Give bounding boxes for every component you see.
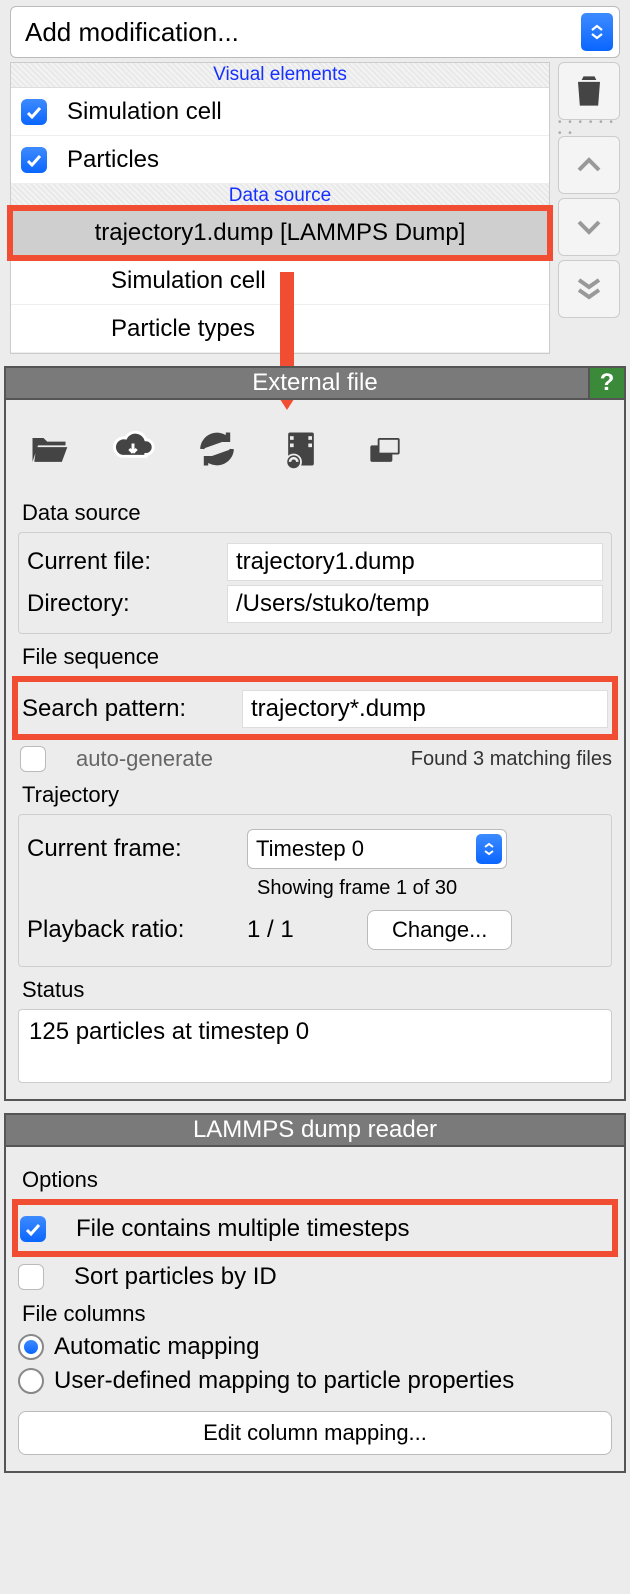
open-remote-button[interactable] — [108, 424, 158, 474]
sort-by-id-checkbox[interactable] — [18, 1264, 44, 1290]
cloud-download-icon — [111, 427, 155, 471]
showing-frame-text: Showing frame 1 of 30 — [257, 877, 603, 900]
current-file-label: Current file: — [27, 548, 227, 576]
chevron-down-icon — [576, 218, 602, 236]
reload-button[interactable] — [192, 424, 242, 474]
lammps-reader-panel: Options File contains multiple timesteps… — [4, 1147, 626, 1473]
trash-icon — [567, 69, 611, 113]
clone-button[interactable] — [360, 424, 410, 474]
film-reload-icon — [279, 427, 323, 471]
current-file-value: trajectory1.dump — [227, 543, 603, 581]
pipeline-list: Visual elements Simulation cell Particle… — [10, 62, 550, 354]
pipeline-subitem-particle-types[interactable]: Particle types — [11, 305, 549, 353]
separator: • • • • • • • • — [558, 124, 620, 132]
file-sequence-label: File sequence — [22, 644, 612, 670]
automatic-mapping-radio[interactable] — [18, 1334, 44, 1360]
select-arrows-icon — [476, 834, 502, 864]
change-ratio-button[interactable]: Change... — [367, 910, 512, 950]
trajectory-label: Trajectory — [22, 782, 612, 808]
current-frame-label: Current frame: — [27, 835, 247, 863]
directory-value: /Users/stuko/temp — [227, 585, 603, 623]
animation-settings-button[interactable] — [276, 424, 326, 474]
user-mapping-radio[interactable] — [18, 1368, 44, 1394]
found-files-text: Found 3 matching files — [411, 748, 612, 771]
pipeline-item-particles[interactable]: Particles — [11, 136, 549, 184]
search-pattern-input[interactable]: trajectory*.dump — [242, 690, 608, 728]
user-mapping-label: User-defined mapping to particle propert… — [54, 1367, 514, 1395]
auto-generate-checkbox[interactable] — [20, 746, 46, 772]
add-modification-dropdown[interactable]: Add modification... — [10, 6, 620, 58]
visual-elements-header: Visual elements — [11, 63, 549, 88]
double-chevron-down-icon — [576, 277, 602, 301]
move-down-button[interactable] — [558, 198, 620, 256]
external-file-header: External file ? — [4, 366, 626, 400]
external-file-panel: Data source Current file: trajectory1.du… — [4, 400, 626, 1101]
help-button[interactable]: ? — [588, 368, 624, 398]
checkbox-icon[interactable] — [21, 147, 47, 173]
move-bottom-button[interactable] — [558, 260, 620, 318]
pipeline-item-file-source[interactable]: trajectory1.dump [LAMMPS Dump] — [11, 209, 549, 257]
delete-button[interactable] — [558, 62, 620, 120]
chevron-up-icon — [576, 156, 602, 174]
add-modification-label: Add modification... — [11, 17, 581, 48]
auto-generate-label: auto-generate — [76, 746, 213, 772]
current-frame-select[interactable]: Timestep 0 — [247, 829, 507, 869]
data-source-label: Data source — [22, 500, 612, 526]
playback-ratio-label: Playback ratio: — [27, 916, 247, 944]
search-pattern-label: Search pattern: — [22, 695, 242, 723]
edit-column-mapping-button[interactable]: Edit column mapping... — [18, 1411, 612, 1455]
status-label: Status — [22, 977, 612, 1003]
multi-timesteps-checkbox[interactable] — [20, 1216, 46, 1242]
stack-icon — [363, 427, 407, 471]
multi-timesteps-label: File contains multiple timesteps — [76, 1215, 409, 1243]
pipeline-subitem-simulation-cell[interactable]: Simulation cell — [11, 257, 549, 305]
pipeline-item-simulation-cell[interactable]: Simulation cell — [11, 88, 549, 136]
options-label: Options — [22, 1167, 612, 1193]
lammps-reader-header: LAMMPS dump reader — [4, 1113, 626, 1147]
directory-label: Directory: — [27, 590, 227, 618]
checkbox-icon[interactable] — [21, 99, 47, 125]
playback-ratio-value: 1 / 1 — [247, 916, 367, 944]
dropdown-arrows-icon — [581, 13, 613, 51]
data-source-header: Data source — [11, 184, 549, 209]
file-columns-label: File columns — [22, 1301, 612, 1327]
refresh-icon — [195, 427, 239, 471]
open-file-button[interactable] — [24, 424, 74, 474]
folder-open-icon — [27, 427, 71, 471]
move-up-button[interactable] — [558, 136, 620, 194]
status-text: 125 particles at timestep 0 — [18, 1009, 612, 1083]
automatic-mapping-label: Automatic mapping — [54, 1333, 259, 1361]
sort-by-id-label: Sort particles by ID — [74, 1263, 277, 1291]
